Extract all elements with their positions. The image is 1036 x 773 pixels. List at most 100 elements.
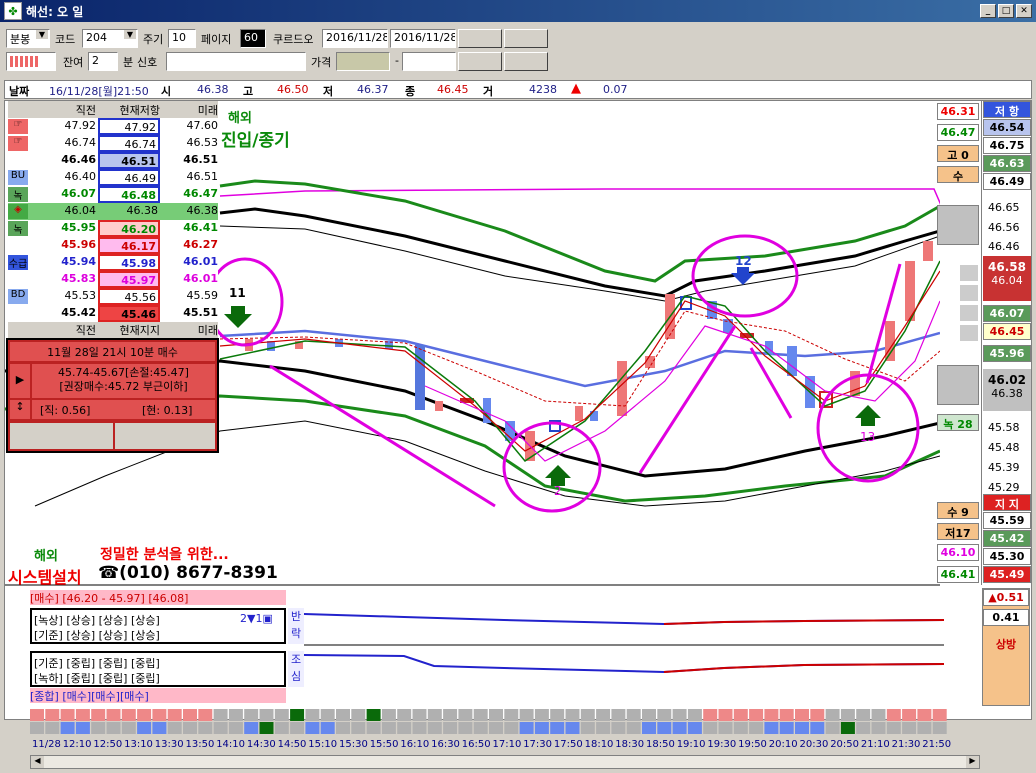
horizontal-scrollbar[interactable]: ◀ ▶	[30, 755, 980, 769]
signal-input[interactable]	[166, 52, 306, 71]
quote-row: 45.96 46.17 46.27	[8, 237, 218, 254]
signal-cell	[534, 722, 549, 734]
quote-cell: 46.53	[186, 136, 219, 149]
current-price: 46.58	[988, 260, 1026, 274]
signal-cell	[397, 722, 412, 734]
ad-phone: ☎(010) 8677-8391	[98, 563, 278, 583]
time-tick: 19:30	[707, 739, 737, 750]
scroll-right-icon[interactable]: ▶	[966, 756, 979, 768]
upper-band-thin	[219, 225, 940, 302]
trend-count: 2▼1▣	[240, 612, 273, 625]
signal-cell	[381, 722, 396, 734]
signal-cell	[228, 709, 243, 721]
open-label: 시	[161, 85, 172, 98]
time-tick: 16:10	[400, 739, 430, 750]
big-price: 46.02	[988, 373, 1026, 387]
signal-cell	[75, 722, 90, 734]
signal-cell	[764, 709, 779, 721]
alert-button-2[interactable]	[115, 423, 215, 449]
time-tick: 16:50	[461, 739, 491, 750]
signal-cell	[489, 722, 503, 734]
signal-cell	[473, 722, 488, 734]
trend-line-4	[865, 263, 902, 384]
signal-cell	[886, 709, 901, 721]
ladder-green: 46.07	[983, 305, 1031, 322]
quote-cell: 46.51	[98, 152, 160, 169]
signal-cell	[596, 722, 611, 734]
signal-cell	[60, 709, 75, 721]
price-label: 가격	[311, 56, 332, 69]
signal-cell	[703, 709, 718, 721]
signal-cell	[366, 722, 381, 734]
signal-cell	[611, 722, 626, 734]
resist-value: 46.75	[983, 137, 1031, 154]
circle-11	[206, 257, 284, 347]
quote-cell: 46.20	[98, 220, 160, 237]
info-bar: 날짜 16/11/28[월]21:50 시 46.38 고 46.50 저 46…	[4, 80, 1032, 99]
code-label: 코드	[55, 33, 76, 46]
support-value: 45.59	[983, 512, 1031, 529]
row-tag: ☞	[8, 136, 28, 151]
price-input[interactable]	[336, 52, 390, 71]
toolbar-button-4[interactable]	[504, 52, 548, 71]
upper-band-green	[219, 179, 940, 283]
ladder-close: 46.45	[983, 323, 1031, 340]
signal-cell	[305, 722, 320, 734]
quote-footer: 직전 현재지지 미래	[8, 322, 218, 339]
time-axis: 11/28 12:10 12:50 13:10 13:30 13:50 14:10 14:30…	[0, 737, 1036, 753]
arrow-up-icon	[545, 465, 571, 486]
cycle-input[interactable]: 10	[168, 29, 196, 48]
quote-cell: 46.48	[98, 186, 160, 203]
maximize-button[interactable]: □	[998, 4, 1014, 18]
row-tag	[8, 306, 28, 321]
time-tick: 16:30	[431, 739, 460, 750]
change-value: 0.07	[603, 83, 628, 96]
window-title: 해선: 오 일	[26, 4, 84, 19]
time-tick: 15:50	[369, 739, 399, 750]
alert-button-1[interactable]	[10, 423, 113, 449]
code-input[interactable]: 204 ▼	[82, 29, 138, 48]
row-tag: 녹	[8, 221, 28, 236]
trend-row-3: [기준] [중립] [중립] [중립]	[34, 657, 160, 670]
signal-cell	[871, 722, 886, 734]
quote-cell: 46.38	[98, 203, 160, 220]
current-price-box: 46.58 46.04	[983, 256, 1031, 301]
play-icon[interactable]: ▶	[10, 364, 30, 398]
signal-cell	[580, 709, 595, 721]
signal-cell	[244, 722, 259, 734]
time-tick: 17:50	[553, 739, 583, 750]
signal-cell	[183, 722, 197, 734]
quote-cell: 46.51	[186, 170, 219, 183]
toolbar-button-2[interactable]	[504, 29, 548, 48]
date-to-input[interactable]: 2016/11/28	[390, 29, 456, 48]
high-value: 46.50	[277, 83, 309, 96]
date-from-input[interactable]: 2016/11/28	[322, 29, 388, 48]
signal-cell	[213, 722, 228, 734]
quote-cell: 46.49	[98, 169, 160, 186]
ladder-value: 45.29	[988, 481, 1020, 494]
price-to-input[interactable]	[402, 52, 456, 71]
trend-line-3	[749, 347, 793, 419]
signal-cell	[626, 709, 641, 721]
row-tag	[8, 272, 28, 287]
signal-cell	[779, 709, 794, 721]
quote-cell: 45.51	[183, 306, 218, 319]
period-select[interactable]: 분봉 ▼	[6, 29, 50, 48]
toolbar-button-1[interactable]	[458, 29, 502, 48]
remain-input[interactable]: 2	[88, 52, 118, 71]
app-icon: ✤	[4, 2, 22, 20]
resist-value: 46.54	[983, 119, 1031, 136]
volume-label: 거	[483, 85, 494, 98]
quote-cell: 46.17	[98, 237, 160, 254]
page-input[interactable]: 60	[240, 29, 266, 48]
time-tick: 13:30	[154, 739, 184, 750]
quote-cell: 47.92	[64, 119, 97, 132]
toolbar-button-3[interactable]	[458, 52, 502, 71]
scroll-left-icon[interactable]: ◀	[31, 756, 44, 768]
close-value: 46.45	[437, 83, 469, 96]
close-button[interactable]: ✕	[1016, 4, 1032, 18]
signal-cell	[228, 722, 243, 734]
quote-cell: 45.98	[98, 254, 160, 271]
minimize-button[interactable]: _	[980, 4, 996, 18]
time-tick: 15:30	[339, 739, 368, 750]
